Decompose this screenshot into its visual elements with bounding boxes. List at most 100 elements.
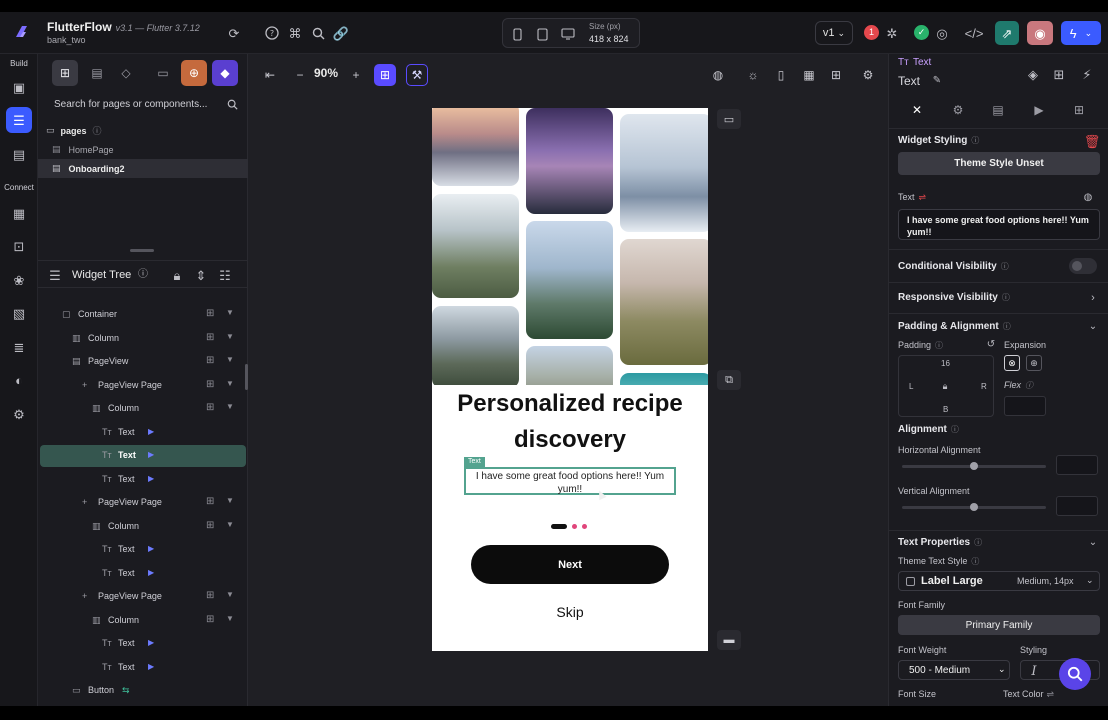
marketplace-icon[interactable]: ◆ [212, 60, 238, 86]
padding-bottom-label[interactable]: B [943, 405, 948, 414]
chevron-right-icon[interactable]: › [1087, 292, 1099, 304]
light-mode-icon[interactable]: ☼ [745, 64, 761, 86]
media-assets-icon[interactable]: ▧ [11, 305, 27, 321]
select-widget-icon[interactable]: ⊞ [374, 64, 396, 86]
wrap-widget-icon[interactable]: ⊞ [206, 402, 220, 416]
tab-backend-query-icon[interactable]: ⚙ [944, 98, 972, 122]
sync-icon[interactable]: ⟳ [226, 25, 242, 41]
theme-text-style-dropdown[interactable]: Label Large Medium, 14px ⌄ [898, 571, 1100, 591]
api-calls-icon[interactable]: ⊡ [11, 238, 27, 254]
skip-button[interactable]: Skip [432, 604, 708, 620]
vertical-alignment-input[interactable] [1056, 496, 1098, 516]
tab-documentation-icon[interactable]: ⊞ [1065, 98, 1093, 122]
widget-tree-row[interactable]: Tт Text ▶ [40, 422, 246, 444]
next-button[interactable]: Next [471, 545, 669, 584]
grid-icon[interactable]: ⊞ [828, 64, 844, 86]
wrap-widget-icon[interactable]: ⊞ [206, 590, 220, 604]
link-icon[interactable]: 🔗 [333, 25, 349, 41]
run-test-button[interactable]: ϟ ⌄ [1061, 21, 1101, 45]
page-item-homepage[interactable]: ▤ HomePage [52, 140, 242, 159]
tree-options-icon[interactable]: ☷ [218, 268, 232, 282]
version-selector[interactable]: v1 ⌄ [815, 21, 853, 45]
wrap-widget-icon[interactable]: ⊞ [206, 496, 220, 510]
issues-badge[interactable]: 1 [864, 25, 879, 40]
collapse-panel-icon[interactable]: ⇤ [262, 64, 278, 86]
onboarding-headline[interactable]: Personalized recipe discovery [432, 386, 708, 458]
padding-alignment-heading[interactable]: Padding & Alignment ⓘ [898, 321, 1011, 332]
add-widget-icon[interactable]: ⊞ [1051, 66, 1067, 82]
canvas-settings-icon[interactable]: ⚙ [860, 64, 876, 86]
flex-input[interactable] [1004, 396, 1046, 416]
device-frame-icon[interactable]: ▯ [773, 64, 789, 86]
tablet-icon[interactable] [535, 27, 549, 41]
search-icon[interactable] [226, 98, 238, 110]
hide-appbar-icon[interactable]: ▭ [717, 109, 741, 129]
widget-tree-row[interactable]: Tт Text ▶ [40, 469, 246, 491]
padding-top-value[interactable]: 16 [941, 359, 950, 368]
storyboard-icon[interactable]: ▤ [11, 146, 27, 162]
onboarding-subtitle[interactable]: I have some great food options here!! Yu… [464, 467, 676, 495]
delete-trash-icon[interactable]: 🗑︎ [1084, 134, 1101, 148]
phone-icon[interactable] [511, 27, 523, 41]
action-arrow-icon[interactable]: ▶ [148, 427, 154, 436]
slider-knob[interactable] [970, 503, 978, 511]
slider-knob[interactable] [970, 462, 978, 470]
bottom-nav-icon[interactable]: ▬ [717, 630, 741, 650]
library-tab-icon[interactable]: ◇ [113, 60, 139, 86]
row-menu-chevron-icon[interactable]: ▼ [226, 402, 234, 411]
theme-diamond-icon[interactable]: ◈ [1025, 66, 1041, 82]
font-weight-dropdown[interactable]: 500 - Medium ⌄ [898, 660, 1010, 680]
lock-icon[interactable]: 🔒︎ [170, 268, 184, 282]
widget-tree-row[interactable]: + PageView Page ⊞ ▼ [40, 492, 246, 514]
expand-collapse-icon[interactable]: ⇕ [194, 268, 208, 282]
components-tab-icon[interactable]: ▤ [84, 60, 110, 86]
expansion-expanded-icon[interactable]: ⊕ [1026, 355, 1042, 371]
row-menu-chevron-icon[interactable]: ▼ [226, 308, 234, 317]
chevron-down-icon[interactable]: ⌄ [1087, 537, 1099, 549]
wrap-widget-icon[interactable]: ⊞ [206, 614, 220, 628]
padding-right-label[interactable]: R [981, 382, 987, 391]
vertical-alignment-slider[interactable] [902, 503, 1046, 511]
widget-tree-nav-icon[interactable]: ☰ [6, 107, 32, 133]
phone-preview[interactable]: Personalized recipe discovery Text I hav… [432, 108, 708, 651]
action-arrow-icon[interactable]: ▶ [148, 568, 154, 577]
zoom-in-icon[interactable]: + [348, 64, 364, 86]
reset-icon[interactable]: ↺ [985, 339, 997, 351]
widget-tree-row[interactable]: Tт Text ▶ [40, 539, 246, 561]
help-icon[interactable]: ? [264, 25, 280, 41]
row-menu-chevron-icon[interactable]: ▼ [226, 496, 234, 505]
wrap-widget-icon[interactable]: ⊞ [206, 355, 220, 369]
widget-tree-row[interactable]: ▤ PageView ⊞ ▼ [40, 351, 246, 373]
widget-tree-row[interactable]: ▢ Container ⊞ ▼ [40, 304, 246, 326]
search-icon[interactable] [310, 25, 326, 41]
bug-icon[interactable]: ✲ [884, 25, 900, 41]
code-icon[interactable]: </> [965, 25, 984, 41]
settings-gear-icon[interactable]: ⚙ [11, 406, 27, 422]
page-search[interactable]: Search for pages or components... [46, 94, 240, 114]
new-folder-icon[interactable]: ▭ [150, 60, 176, 86]
text-properties-heading[interactable]: Text Properties ⓘ [898, 537, 982, 548]
wrap-widget-icon[interactable]: ⊞ [206, 520, 220, 534]
widget-tree-row[interactable]: Tт Text ▶ [40, 657, 246, 679]
row-menu-chevron-icon[interactable]: ▼ [226, 379, 234, 388]
widget-tree-row[interactable]: Tт Text ▶ [40, 445, 246, 467]
row-menu-chevron-icon[interactable]: ▼ [226, 590, 234, 599]
chevron-down-icon[interactable]: ⌄ [1087, 321, 1099, 333]
preview-eye-icon[interactable]: ◉ [1027, 21, 1053, 45]
add-page-icon[interactable]: ⊕ [181, 60, 207, 86]
flutterflow-logo-icon[interactable] [10, 21, 32, 43]
horizontal-alignment-input[interactable] [1056, 455, 1098, 475]
pages-tab-icon[interactable]: ⊞ [52, 60, 78, 86]
widget-tree-row[interactable]: ▥ Column ⊞ ▼ [40, 610, 246, 632]
row-menu-chevron-icon[interactable]: ▼ [226, 520, 234, 529]
row-menu-chevron-icon[interactable]: ▼ [226, 355, 234, 364]
padding-lock-icon[interactable]: 🔒︎ [939, 380, 951, 392]
padding-editor[interactable]: 16 L 🔒︎ R B [898, 355, 994, 417]
device-size-selector[interactable]: Size (px) 418 x 824 [502, 18, 640, 48]
row-menu-chevron-icon[interactable]: ▼ [226, 332, 234, 341]
widget-tree-row[interactable]: ▭ Button ⇆ [40, 680, 246, 702]
italic-icon[interactable]: I [1027, 664, 1041, 678]
widget-tree-row[interactable]: + PageView Page ⊞ ▼ [40, 375, 246, 397]
widget-tree-row[interactable]: ▥ Column ⊞ ▼ [40, 516, 246, 538]
zoom-out-icon[interactable]: − [292, 64, 308, 86]
